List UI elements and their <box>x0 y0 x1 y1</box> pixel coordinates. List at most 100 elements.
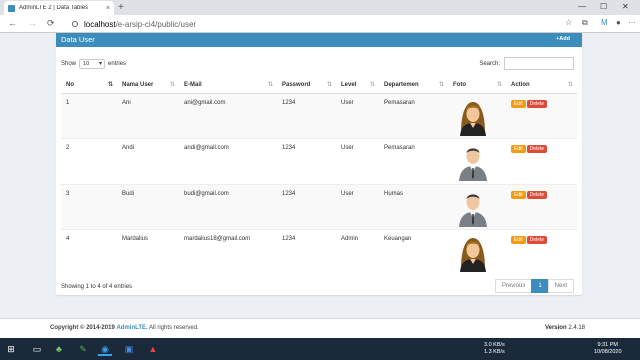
tab-title: AdminLTE 2 | Data Tables <box>19 5 89 11</box>
col-password[interactable]: Password ⇅ <box>277 77 336 94</box>
sort-icon: ⇅ <box>369 82 375 88</box>
close-tab-icon[interactable]: × <box>106 5 110 12</box>
sort-icon: ⇅ <box>438 82 444 88</box>
table-info: Showing 1 to 4 of 4 entries <box>61 284 133 290</box>
address-bar: ← → ⟳ localhost/e-arsip-ci4/public/user … <box>0 15 640 33</box>
app-icon[interactable]: ✎ <box>76 342 90 356</box>
windows-start-icon[interactable]: ⊞ <box>4 342 18 356</box>
version-value: 2.4.18 <box>568 325 585 331</box>
sort-icon: ⇅ <box>326 82 332 88</box>
search-row: Search: <box>479 57 574 70</box>
app-icon[interactable]: ♣ <box>52 342 66 356</box>
data-user-box: Data User +Add Show 10 entries Search: N… <box>56 33 582 295</box>
cell-email: ani@gmail.com <box>179 92 277 139</box>
more-menu-icon[interactable]: ··· <box>628 18 636 27</box>
browser-tab-bar: AdminLTE 2 | Data Tables × + — ☐ ✕ <box>0 0 640 15</box>
cell-nama: Andi <box>117 138 179 184</box>
col-level[interactable]: Level ⇅ <box>336 77 379 94</box>
cell-nama: Mardalius <box>117 229 179 275</box>
male-avatar-icon <box>459 148 487 181</box>
sort-icon: ⇅ <box>567 82 573 88</box>
male-avatar-icon <box>459 193 487 227</box>
forward-button[interactable]: → <box>28 18 37 28</box>
cell-no: 4 <box>61 229 117 275</box>
edit-button[interactable]: Edit <box>511 190 526 199</box>
cell-email: mardalius18@gmail.com <box>179 229 277 275</box>
table-row: 4 Mardalius mardalius18@gmail.com 1234 Admin… <box>61 229 577 275</box>
col-foto[interactable]: Foto ⇅ <box>448 77 506 94</box>
profile-icon[interactable]: ● <box>616 18 621 27</box>
browser-tab[interactable]: AdminLTE 2 | Data Tables × <box>4 1 114 15</box>
show-entries: Show 10 entries <box>61 59 126 69</box>
minimize-button[interactable]: — <box>578 2 586 11</box>
delete-button[interactable]: Delete <box>526 145 548 153</box>
windows-taskbar: ⊞ ▭ ♣ ✎ ◉ ▣ ▲ 3.0 KB/s 1.3 KB/s 9:31 PM 10… <box>0 338 640 360</box>
cell-foto <box>448 92 506 139</box>
url-path: /e-arsip-ci4/public/user <box>115 19 197 29</box>
delete-button[interactable]: Delete <box>526 236 548 244</box>
sort-asc-icon: ⇅ <box>107 82 113 88</box>
edit-button[interactable]: Edit <box>511 99 526 108</box>
add-user-button[interactable]: +Add <box>556 36 570 42</box>
box-header: Data User +Add <box>56 33 582 47</box>
cell-departemen: Keuangan <box>379 229 448 275</box>
delete-button[interactable]: Delete <box>526 190 548 199</box>
favorite-star-icon[interactable]: ☆ <box>565 18 572 27</box>
cell-password: 1234 <box>277 92 336 139</box>
page-1-button[interactable]: 1 <box>531 279 549 293</box>
url-field[interactable]: localhost/e-arsip-ci4/public/user <box>64 17 554 31</box>
cell-action: Edit Delete <box>506 183 577 230</box>
sort-icon: ⇅ <box>496 82 502 88</box>
next-button[interactable]: Next <box>547 279 574 293</box>
cell-email: andi@gmail.com <box>179 138 277 184</box>
user-table: No ⇅ Nama User ⇅ E-Mail ⇅ Password ⇅ Level ⇅ … <box>61 77 577 275</box>
edit-button[interactable]: Edit <box>511 145 526 153</box>
entries-select[interactable]: 10 <box>79 59 106 69</box>
cell-password: 1234 <box>277 229 336 275</box>
col-email[interactable]: E-Mail ⇅ <box>179 77 277 94</box>
cell-level: User <box>336 92 379 139</box>
app-icon[interactable]: ▲ <box>146 342 160 356</box>
cell-level: Admin <box>336 229 379 275</box>
cell-foto <box>448 138 506 184</box>
cell-password: 1234 <box>277 183 336 230</box>
edge-browser-icon[interactable]: ◉ <box>98 342 112 356</box>
col-departemen[interactable]: Departemen ⇅ <box>379 77 448 94</box>
cell-departemen: Pemasaran <box>379 92 448 139</box>
close-window-button[interactable]: ✕ <box>622 2 629 11</box>
sort-icon: ⇅ <box>267 82 273 88</box>
brand-link[interactable]: AdminLTE. <box>116 325 147 331</box>
new-tab-button[interactable]: + <box>118 2 124 13</box>
table-row: 1 Ani ani@gmail.com 1234 User Pemasaran Edit De… <box>61 92 577 139</box>
cell-password: 1234 <box>277 138 336 184</box>
back-button[interactable]: ← <box>8 18 17 28</box>
extension-icon[interactable]: M <box>601 18 608 27</box>
task-view-icon[interactable]: ▭ <box>30 342 44 356</box>
box-title: Data User <box>61 35 95 44</box>
cell-nama: Ani <box>117 92 179 139</box>
female-avatar-icon <box>460 238 486 272</box>
maximize-button[interactable]: ☐ <box>600 2 607 11</box>
delete-button[interactable]: Delete <box>526 99 548 108</box>
cell-action: Edit Delete <box>506 229 577 275</box>
col-no[interactable]: No ⇅ <box>61 77 117 94</box>
search-label: Search: <box>479 60 500 67</box>
edit-button[interactable]: Edit <box>511 236 526 244</box>
cell-action: Edit Delete <box>506 92 577 139</box>
previous-button[interactable]: Previous <box>494 279 533 293</box>
version-label: Version <box>544 325 567 331</box>
search-input[interactable] <box>504 57 574 70</box>
app-icon[interactable]: ▣ <box>122 342 136 356</box>
col-nama-user[interactable]: Nama User ⇅ <box>117 77 179 94</box>
cell-level: User <box>336 138 379 184</box>
copyright-text: Copyright © 2014-2019 <box>50 325 115 331</box>
entries-label: entries <box>108 61 127 67</box>
collections-icon[interactable]: ⧉ <box>582 18 588 28</box>
col-action[interactable]: Action ⇅ <box>506 77 577 94</box>
table-row: 3 Budi budi@gmail.com 1234 User Humas Edit Dele… <box>61 183 577 230</box>
reload-button[interactable]: ⟳ <box>47 18 55 29</box>
show-label: Show <box>61 61 77 67</box>
cell-no: 2 <box>61 138 117 184</box>
clock[interactable]: 9:31 PM 10/08/2020 <box>594 342 622 355</box>
info-icon[interactable] <box>72 21 78 27</box>
